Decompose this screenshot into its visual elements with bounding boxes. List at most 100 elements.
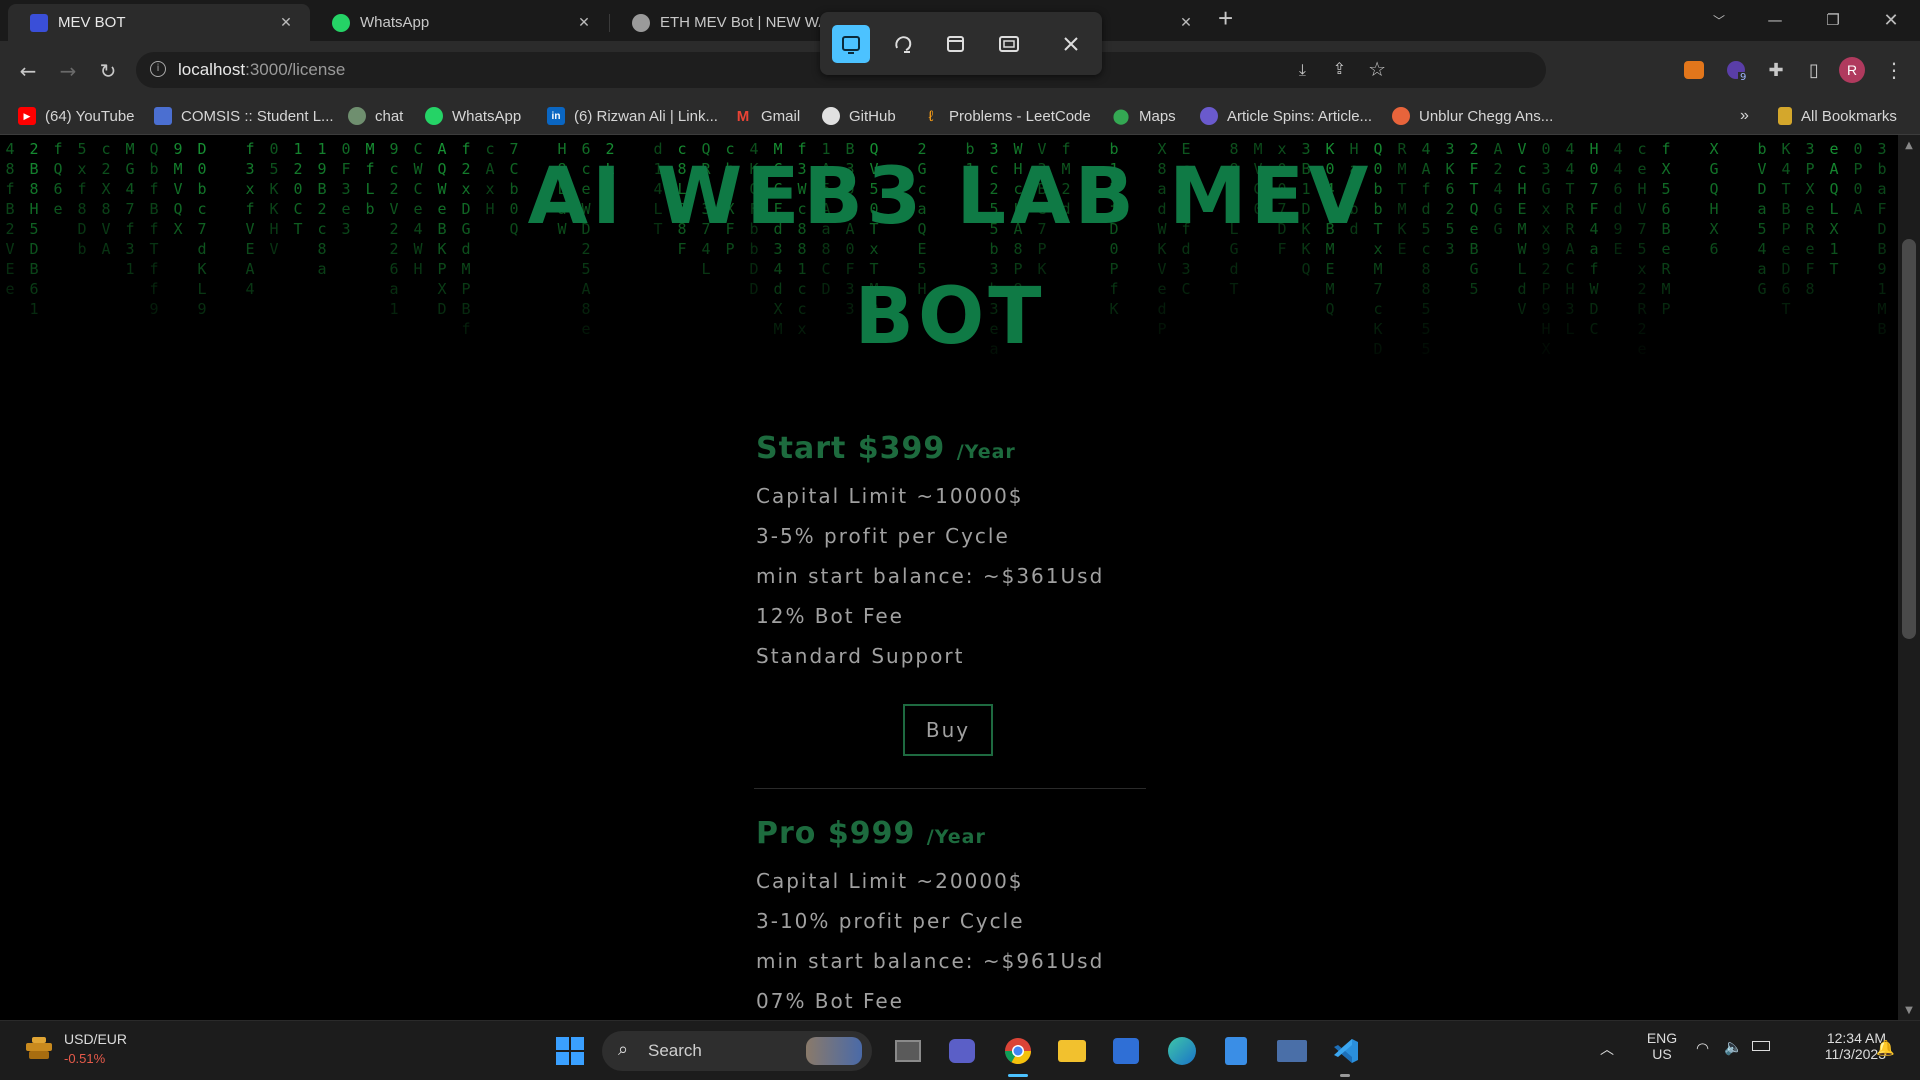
hero-title: AI WEB3 LAB MEV BOT — [500, 135, 1400, 377]
vscode-button[interactable] — [1326, 1031, 1366, 1077]
show-hidden-icons-button[interactable]: ︿ — [1600, 1039, 1614, 1059]
bookmark-github[interactable]: GitHub — [822, 98, 896, 134]
bookmark-youtube[interactable]: ▶ (64) YouTube — [18, 98, 135, 134]
battery-icon[interactable] — [1752, 1041, 1770, 1051]
buy-button[interactable]: Buy — [903, 704, 993, 756]
scroll-up-arrow-icon[interactable]: ▲ — [1898, 135, 1920, 155]
share-icon[interactable]: ⇪ — [1333, 59, 1346, 78]
window-snip-icon — [947, 36, 964, 52]
new-tab-button[interactable]: + — [1218, 0, 1248, 37]
bookmark-label: WhatsApp — [452, 107, 522, 125]
metamask-extension-icon[interactable] — [1680, 56, 1708, 84]
monitor-app-button[interactable] — [1272, 1031, 1312, 1071]
bookmark-label: COMSIS :: Student L... — [181, 107, 334, 125]
task-view-button[interactable] — [888, 1031, 928, 1071]
back-button[interactable]: ← — [14, 57, 42, 85]
edge-button[interactable] — [1162, 1031, 1202, 1071]
taskbar-search-box[interactable]: ⌕ Search — [602, 1031, 872, 1071]
extensions-puzzle-icon[interactable]: ✚ — [1762, 56, 1790, 84]
tab-mev-bot[interactable]: MEV BOT ✕ — [8, 4, 310, 41]
forward-button[interactable]: → — [54, 57, 82, 85]
bookmark-leetcode[interactable]: ℓ Problems - LeetCode — [922, 98, 1091, 134]
notification-bell-icon[interactable]: 🔔 — [1876, 1039, 1895, 1057]
side-panel-icon[interactable]: ▯ — [1800, 56, 1828, 84]
clock[interactable]: 12:34 AM 11/3/2023 — [1794, 1030, 1886, 1062]
bookmark-label: Maps — [1139, 107, 1176, 125]
search-icon: ⌕ — [618, 1039, 629, 1060]
close-icon[interactable]: ✕ — [1174, 14, 1198, 31]
fullscreen-snip-button[interactable] — [990, 25, 1028, 63]
star-icon[interactable]: ☆ — [1368, 57, 1386, 81]
tab-title: MEV BOT — [58, 14, 126, 31]
bookmark-chat[interactable]: chat — [348, 98, 403, 134]
github-icon — [822, 107, 840, 125]
start-button[interactable] — [550, 1031, 590, 1071]
url-host: localhost — [178, 60, 246, 79]
weather-widget-icon[interactable] — [22, 1033, 56, 1067]
feature-item: Capital Limit ~10000$ — [756, 484, 1024, 508]
feature-item: 3-10% profit per Cycle — [756, 909, 1025, 933]
bookmarks-overflow-button[interactable]: » — [1740, 98, 1749, 134]
bookmark-label: Problems - LeetCode — [949, 107, 1091, 125]
minimize-button[interactable]: — — [1752, 0, 1798, 40]
close-window-button[interactable]: ✕ — [1868, 0, 1914, 40]
close-icon[interactable]: ✕ — [274, 14, 298, 31]
profile-avatar[interactable]: R — [1838, 56, 1866, 84]
close-snip-button[interactable] — [1052, 25, 1090, 63]
feature-item: Capital Limit ~20000$ — [756, 869, 1024, 893]
info-icon[interactable]: i — [150, 61, 166, 77]
url-text[interactable]: localhost:3000/license — [178, 52, 345, 88]
notepad-button[interactable] — [1216, 1031, 1256, 1071]
language-indicator[interactable]: ENG US — [1644, 1030, 1680, 1062]
wifi-icon[interactable]: ◠ — [1696, 1039, 1709, 1057]
store-button[interactable] — [1106, 1031, 1146, 1071]
bookmark-linkedin[interactable]: in (6) Rizwan Ali | Link... — [547, 98, 718, 134]
comsis-icon — [154, 107, 172, 125]
bookmarks-bar: ▶ (64) YouTube COMSIS :: Student L... cha… — [0, 98, 1920, 135]
scrollbar-thumb[interactable] — [1902, 239, 1916, 639]
leetcode-icon: ℓ — [928, 107, 934, 125]
bookmark-comsis[interactable]: COMSIS :: Student L... — [154, 98, 334, 134]
restore-icon: ❐ — [1826, 11, 1840, 29]
extension-icon[interactable]: 9 — [1722, 56, 1750, 84]
bookmark-gmail[interactable]: M Gmail — [734, 98, 800, 134]
file-explorer-button[interactable] — [1052, 1031, 1092, 1071]
widget-title[interactable]: USD/EUR — [64, 1031, 127, 1047]
bookmark-whatsapp[interactable]: WhatsApp — [425, 98, 521, 134]
bookmark-article-spins[interactable]: Article Spins: Article... — [1200, 98, 1372, 134]
close-icon — [1064, 37, 1078, 51]
hero-title-line2: BOT — [854, 272, 1046, 362]
youtube-icon: ▶ — [18, 107, 36, 125]
rectangle-snip-icon — [842, 36, 860, 54]
rectangle-snip-button[interactable] — [832, 25, 870, 63]
window-snip-button[interactable] — [937, 25, 975, 63]
install-icon[interactable]: ⤓ — [1299, 60, 1306, 80]
maps-pin-icon: ⬤ — [1112, 108, 1130, 125]
restore-button[interactable]: ❐ — [1810, 0, 1856, 40]
bookmark-label: (64) YouTube — [45, 107, 135, 125]
teams-chat-button[interactable] — [942, 1031, 982, 1071]
freeform-snip-icon — [895, 36, 912, 53]
all-bookmarks-button[interactable]: All Bookmarks — [1778, 98, 1897, 134]
feature-item: Standard Support — [756, 644, 965, 668]
tab-title: ETH MEV Bot | NEW WAL — [660, 14, 820, 31]
arrow-left-icon: ← — [19, 59, 37, 83]
store-icon — [1113, 1038, 1139, 1064]
ethereum-favicon-icon — [632, 13, 650, 32]
chat-icon — [348, 107, 366, 125]
volume-icon[interactable]: 🔈 — [1724, 1038, 1743, 1056]
folder-icon — [1058, 1040, 1086, 1062]
bookmark-maps[interactable]: ⬤ Maps — [1112, 98, 1176, 134]
scroll-down-arrow-icon[interactable]: ▼ — [1898, 1000, 1920, 1020]
chrome-taskbar-button[interactable] — [998, 1031, 1038, 1077]
plan-period: /Year — [956, 441, 1016, 463]
bookmark-chegg[interactable]: Unblur Chegg Ans... — [1392, 98, 1553, 134]
tab-search-button[interactable]: ﹀ — [1696, 0, 1742, 40]
close-icon[interactable]: ✕ — [572, 14, 596, 31]
reload-button[interactable]: ↻ — [94, 57, 122, 85]
menu-icon[interactable]: ⋮ — [1880, 56, 1908, 84]
tab-whatsapp[interactable]: WhatsApp ✕ — [310, 4, 608, 41]
tab-eth-mev-bot[interactable]: ETH MEV Bot | NEW WAL — [610, 4, 820, 41]
freeform-snip-button[interactable] — [884, 25, 922, 63]
page-scrollbar[interactable]: ▲ ▼ — [1898, 135, 1920, 1020]
